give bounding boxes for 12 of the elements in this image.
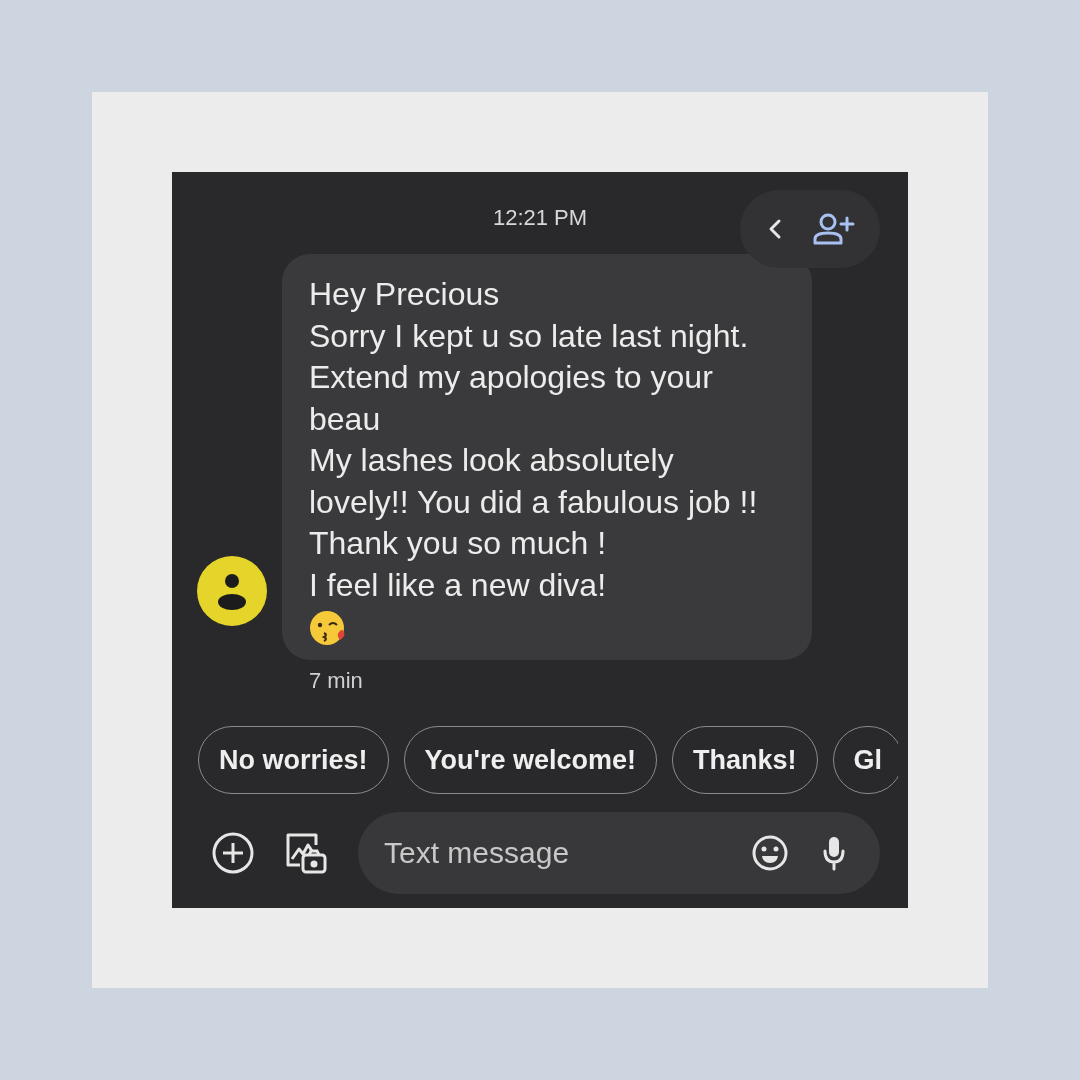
add-icon[interactable]: [212, 832, 254, 874]
message-text: Hey Precious Sorry I kept u so late last night. Extend my apologies to your beau My lashes look absolutely lovely!! You did a fabulous job !! Thank you so much ! I feel like a new diva!: [309, 275, 759, 605]
add-person-icon[interactable]: [813, 212, 855, 246]
message-input[interactable]: Text message: [382, 835, 718, 871]
kiss-emoji-icon: [309, 610, 347, 646]
message-age: 7 min: [309, 668, 363, 694]
emoji-icon[interactable]: [752, 835, 788, 871]
message-timestamp: 12:21 PM: [492, 205, 588, 231]
message-input-field[interactable]: Text message: [358, 812, 880, 894]
gallery-camera-icon[interactable]: [284, 831, 328, 875]
microphone-icon[interactable]: [822, 835, 846, 871]
avatar-icon[interactable]: [197, 556, 267, 626]
